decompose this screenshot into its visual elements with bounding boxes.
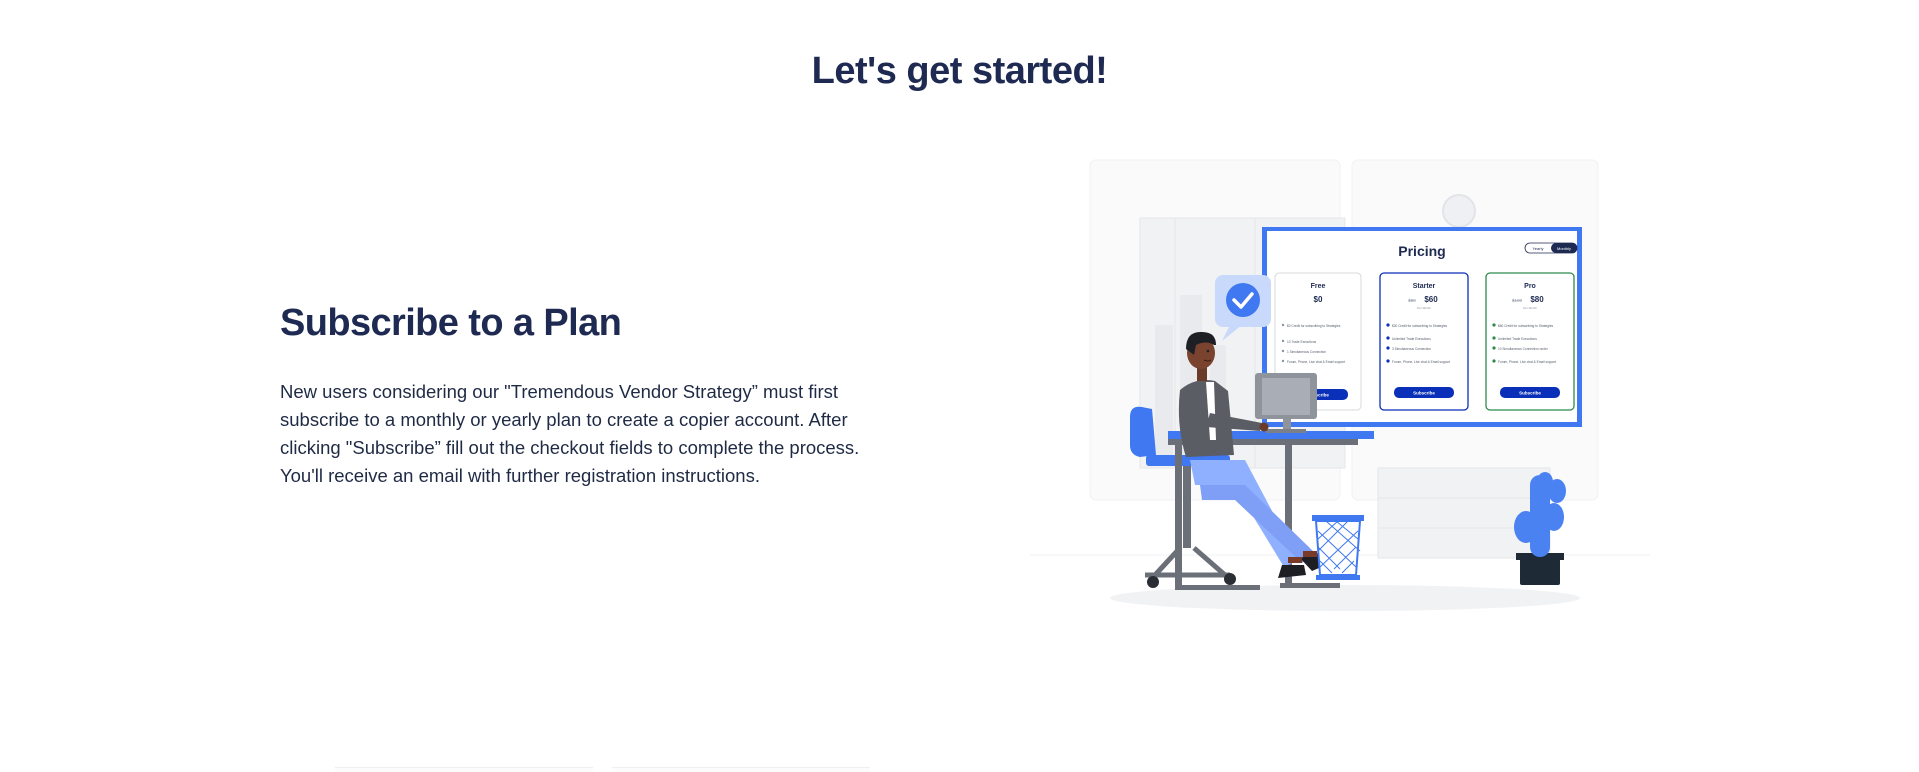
wastebasket bbox=[1312, 515, 1364, 580]
plan-free-feature-2: 10 Trade Executions bbox=[1287, 340, 1316, 344]
plan-free-price: $0 bbox=[1314, 295, 1323, 304]
section-heading: Subscribe to a Plan bbox=[280, 302, 622, 344]
plan-starter-button: Subscribe bbox=[1413, 391, 1435, 396]
plan-free-feature-4: Forum, Phone, Live chat & Email support bbox=[1287, 360, 1345, 364]
plan-starter-name: Starter bbox=[1413, 283, 1436, 290]
plan-pro-button: Subscribe bbox=[1519, 391, 1541, 396]
plan-pro-feature-3: 10 Simultaneous Connection under bbox=[1498, 347, 1549, 351]
plan-pro-period: Per Month bbox=[1523, 306, 1537, 310]
page-title: Let's get started! bbox=[811, 50, 1108, 92]
plan-pro-feature-1: $60 Credit for subscribing to Strategies bbox=[1498, 324, 1554, 328]
plan-pro-price: $80 bbox=[1530, 295, 1544, 304]
section-description: New users considering our "Tremendous Ve… bbox=[280, 381, 860, 486]
plan-pro-feature-2: Unlimited Trade Executions bbox=[1498, 337, 1537, 341]
plan-starter-price: $60 bbox=[1424, 295, 1438, 304]
plan-starter-old-price: $80 bbox=[1408, 298, 1416, 303]
plan-pro-feature-4: Forum, Phone, Live chat & Email support bbox=[1498, 360, 1556, 364]
toggle-yearly: Yearly bbox=[1533, 246, 1544, 251]
pricing-illustration: Pricing Yearly Monthly Free $0 $0 Credit… bbox=[1030, 159, 1650, 611]
plan-starter-feature-3: 3 Simultaneous Connection bbox=[1392, 347, 1431, 351]
plan-free-feature-3: 1 Simultaneous Connection bbox=[1287, 350, 1326, 354]
plan-pro-name: Pro bbox=[1524, 283, 1536, 290]
pricing-title: Pricing bbox=[1398, 243, 1445, 259]
bottom-card-2 bbox=[612, 767, 870, 772]
plan-starter-period: Per Month bbox=[1417, 306, 1431, 310]
plan-starter-feature-1: $30 Credit for subscribing to Strategies bbox=[1392, 324, 1448, 328]
toggle-monthly: Monthly bbox=[1557, 246, 1571, 251]
plan-free-feature-1: $0 Credit for subscribing to Strategies bbox=[1287, 324, 1341, 328]
plan-starter-feature-4: Forum, Phone, Live chat & Email support bbox=[1392, 360, 1450, 364]
plan-starter-feature-2: Unlimited Trade Executions bbox=[1392, 337, 1431, 341]
plan-pro-old-price: $100 bbox=[1512, 298, 1523, 303]
bottom-card-1 bbox=[335, 767, 593, 772]
plan-free-name: Free bbox=[1311, 283, 1326, 290]
